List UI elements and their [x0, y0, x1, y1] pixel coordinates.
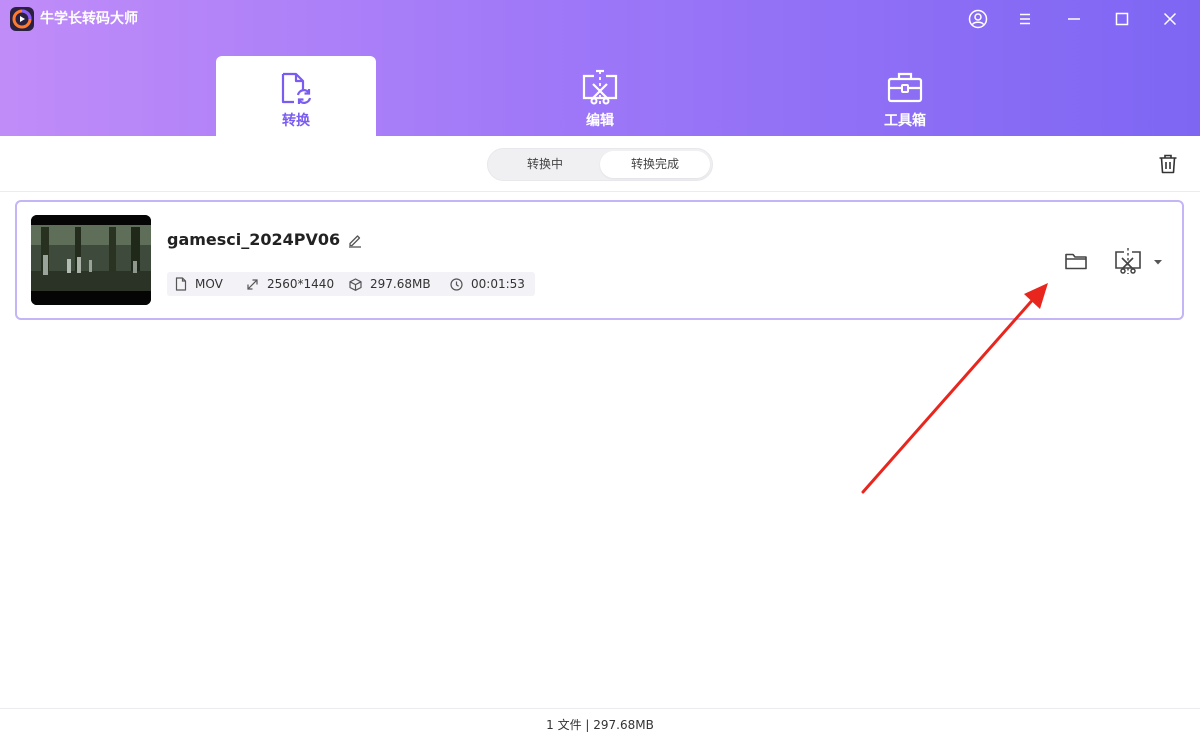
close-button[interactable] — [1157, 6, 1183, 32]
caret-down-icon — [1154, 260, 1162, 265]
package-icon — [349, 277, 362, 291]
edit-video-button[interactable] — [1113, 246, 1143, 276]
meta-resolution-value: 2560*1440 — [267, 277, 335, 291]
account-button[interactable] — [965, 6, 991, 32]
meta-duration-value: 00:01:53 — [471, 277, 525, 291]
meta-size: 297.68MB — [349, 272, 431, 296]
edit-video-icon — [1115, 248, 1141, 274]
status-switch: 转换中 转换完成 — [487, 148, 713, 181]
delete-all-button[interactable] — [1156, 152, 1180, 176]
tab-toolbox-label: 工具箱 — [884, 113, 926, 129]
open-folder-button[interactable] — [1063, 248, 1089, 274]
maximize-icon — [1115, 12, 1129, 26]
meta-size-value: 297.68MB — [370, 277, 431, 291]
tab-edit-label: 编辑 — [586, 113, 614, 129]
tab-convert-label: 转换 — [282, 113, 310, 129]
pencil-icon — [349, 235, 361, 248]
app-title: 牛学长转码大师 — [40, 11, 138, 27]
user-icon — [968, 9, 988, 29]
file-name: gamesci_2024PV06 — [167, 230, 341, 249]
maximize-button[interactable] — [1109, 6, 1135, 32]
status-toolbar: 转换中 转换完成 — [0, 136, 1200, 192]
edit-options-dropdown[interactable] — [1151, 254, 1165, 268]
minimize-button[interactable] — [1061, 6, 1087, 32]
meta-resolution: 2560*1440 — [246, 272, 334, 296]
rename-button[interactable] — [346, 231, 364, 249]
video-thumbnail[interactable] — [31, 215, 151, 305]
tab-convert[interactable]: 转换 — [216, 56, 376, 136]
meta-format: MOV — [175, 272, 223, 296]
convert-file-icon — [276, 68, 316, 108]
folder-icon — [1065, 253, 1087, 270]
resize-icon — [247, 278, 258, 290]
app-logo-icon — [10, 7, 34, 31]
tab-edit[interactable]: 编辑 — [520, 56, 680, 136]
toolbox-icon — [885, 68, 925, 108]
menu-button[interactable] — [1012, 6, 1038, 32]
edit-video-icon — [580, 68, 620, 108]
meta-duration: 00:01:53 — [450, 272, 525, 296]
tab-toolbox[interactable]: 工具箱 — [825, 56, 985, 136]
status-bar: 1 文件 | 297.68MB — [0, 708, 1200, 740]
tab-converted[interactable]: 转换完成 — [600, 151, 710, 178]
clock-icon — [450, 277, 463, 291]
menu-icon — [1020, 13, 1030, 25]
tab-converting[interactable]: 转换中 — [490, 151, 600, 178]
file-meta: MOV 2560*1440 297.68MB 00:01:53 — [167, 272, 535, 296]
minimize-icon — [1068, 18, 1080, 20]
app-header: 牛学长转码大师 转换 编辑 工具箱 — [0, 0, 1200, 136]
trash-icon — [1159, 154, 1177, 174]
file-card[interactable]: gamesci_2024PV06 MOV 2560*1440 297.68MB … — [15, 200, 1184, 320]
close-icon — [1163, 12, 1177, 26]
file-icon — [175, 277, 187, 291]
meta-format-value: MOV — [195, 277, 223, 291]
